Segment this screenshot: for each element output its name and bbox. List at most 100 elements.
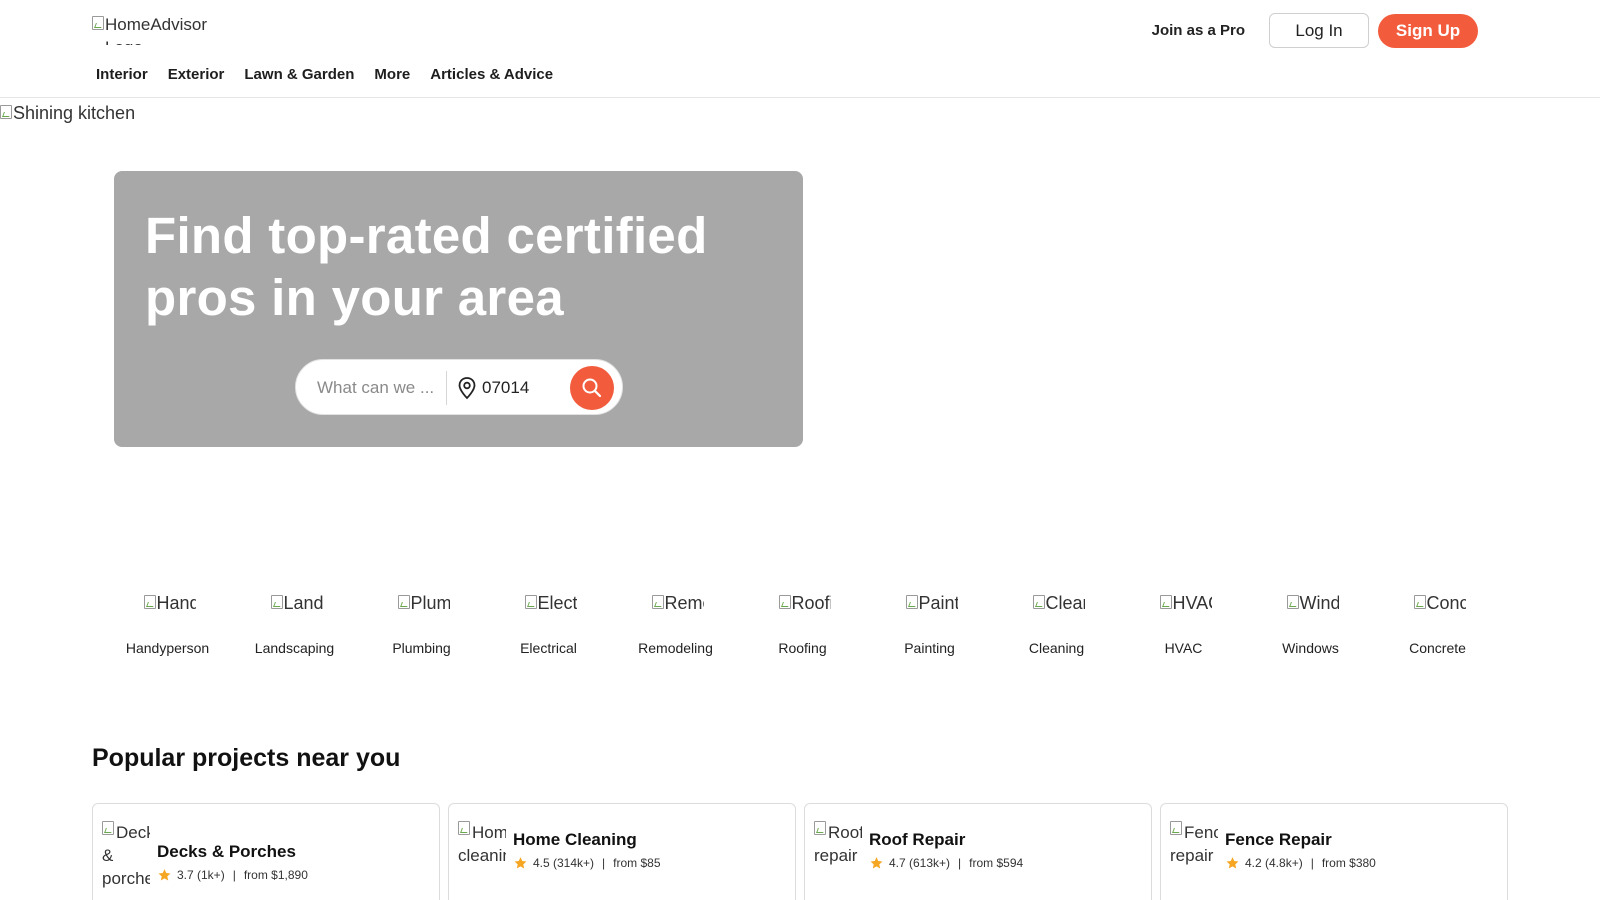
sign-up-button[interactable]: Sign Up [1378, 13, 1478, 48]
project-card-home-cleaning[interactable]: Home cleaning Home Cleaning 4.5 (314k+) … [448, 803, 796, 900]
search-bar [295, 359, 623, 415]
star-icon [514, 857, 527, 869]
search-button[interactable] [570, 366, 614, 410]
project-price: from $380 [1321, 856, 1376, 870]
category-image-alt: Painting [918, 593, 958, 613]
category-cleaning[interactable]: Cleaning Cleaning [993, 592, 1120, 656]
project-image: Home cleaning [458, 821, 506, 900]
category-image-alt: Electrical [537, 593, 577, 613]
star-icon [158, 869, 171, 881]
category-label: Windows [1282, 640, 1339, 656]
project-image: Roof repair [814, 821, 862, 900]
main-nav: Interior Exterior Lawn & Garden More Art… [96, 66, 573, 83]
project-price: from $1,890 [243, 868, 308, 882]
category-plumbing[interactable]: Plumbing Plumbing [358, 592, 485, 656]
remodeling-image: Remodeling [651, 592, 704, 616]
broken-image-icon [1032, 595, 1045, 609]
project-card-decks-porches[interactable]: Decks & porches Decks & Porches 3.7 (1k+… [92, 803, 440, 900]
project-rating: 4.7 (613k+) [889, 856, 951, 870]
broken-image-icon [270, 595, 283, 609]
broken-image-icon [651, 595, 664, 609]
hero-image-alt-text: Shining kitchen [13, 103, 136, 123]
log-in-button[interactable]: Log In [1269, 13, 1369, 48]
project-card-fence-repair[interactable]: Fence repair Fence Repair 4.2 (4.8k+) | … [1160, 803, 1508, 900]
hvac-image: HVAC [1159, 592, 1212, 616]
project-rating: 3.7 (1k+) [177, 868, 225, 882]
category-landscaping[interactable]: Landscaping Landscaping [231, 592, 358, 656]
landscaping-image: Landscaping [270, 592, 323, 616]
hero-card: Find top-rated certified pros in your ar… [114, 171, 803, 447]
site-header: HomeAdvisor Logo Join as a Pro Log In Si… [0, 0, 1600, 98]
category-label: Handyperson [125, 640, 210, 656]
broken-image-icon [1170, 821, 1182, 835]
homeadvisor-logo[interactable]: HomeAdvisor Logo [92, 13, 222, 45]
category-image-alt: HVAC [1172, 593, 1212, 613]
category-image-alt: Remodeling [664, 593, 704, 613]
broken-image-icon [458, 821, 470, 835]
broken-image-icon [778, 595, 791, 609]
broken-image-icon [143, 595, 156, 609]
zip-code-input[interactable] [482, 373, 562, 403]
category-electrical[interactable]: Electrical Electrical [485, 592, 612, 656]
category-hvac[interactable]: HVAC HVAC [1120, 592, 1247, 656]
category-painting[interactable]: Painting Painting [866, 592, 993, 656]
join-as-pro-link[interactable]: Join as a Pro [1152, 22, 1245, 39]
category-remodeling[interactable]: Remodeling Remodeling [612, 592, 739, 656]
nav-item-more[interactable]: More [374, 66, 410, 83]
popular-projects-title: Popular projects near you [92, 744, 401, 772]
meta-separator: | [232, 868, 236, 882]
category-label: Electrical [520, 640, 577, 656]
nav-item-interior[interactable]: Interior [96, 66, 148, 83]
project-meta: 4.5 (314k+) | from $85 [513, 856, 661, 870]
category-image-alt: Handyperson [156, 593, 196, 613]
category-windows[interactable]: Windows Windows [1247, 592, 1374, 656]
project-price: from $85 [613, 856, 661, 870]
project-search-input[interactable] [317, 373, 443, 403]
search-icon [582, 378, 602, 398]
nav-item-exterior[interactable]: Exterior [168, 66, 225, 83]
search-divider [446, 371, 447, 405]
category-image-alt: Cleaning [1045, 593, 1085, 613]
project-image: Fence repair [1170, 821, 1218, 900]
hero-image: Shining kitchen [0, 102, 135, 124]
project-meta: 4.7 (613k+) | from $594 [869, 856, 1023, 870]
windows-image: Windows [1286, 592, 1339, 616]
category-list: Handyperson Handyperson Landscaping Land… [104, 592, 1501, 656]
logo-alt-text: HomeAdvisor Logo [105, 15, 208, 45]
concrete-image: Concrete [1413, 592, 1466, 616]
category-handyperson[interactable]: Handyperson Handyperson [104, 592, 231, 656]
roofing-image: Roofing [778, 592, 831, 616]
project-meta: 4.2 (4.8k+) | from $380 [1225, 856, 1376, 870]
broken-image-icon [1413, 595, 1426, 609]
project-rating: 4.2 (4.8k+) [1245, 856, 1303, 870]
cleaning-image: Cleaning [1032, 592, 1085, 616]
nav-item-articles-advice[interactable]: Articles & Advice [430, 66, 553, 83]
broken-image-icon [0, 105, 12, 119]
category-label: Remodeling [638, 640, 713, 656]
category-image-alt: Windows [1299, 593, 1339, 613]
project-image: Decks & porches [102, 821, 150, 900]
category-label: HVAC [1164, 640, 1203, 656]
header-actions: Join as a Pro Log In Sign Up [1152, 13, 1478, 48]
project-card-roof-repair[interactable]: Roof repair Roof Repair 4.7 (613k+) | fr… [804, 803, 1152, 900]
category-label: Plumbing [392, 640, 451, 656]
category-roofing[interactable]: Roofing Roofing [739, 592, 866, 656]
project-name: Fence Repair [1225, 830, 1332, 849]
broken-image-icon [92, 16, 104, 30]
star-icon [870, 857, 883, 869]
broken-image-icon [905, 595, 918, 609]
project-name: Roof Repair [869, 830, 966, 849]
nav-item-lawn-garden[interactable]: Lawn & Garden [244, 66, 354, 83]
hero-title: Find top-rated certified pros in your ar… [145, 207, 708, 326]
category-image-alt: Roofing [791, 593, 831, 613]
broken-image-icon [102, 821, 114, 835]
category-concrete[interactable]: Concrete Concrete [1374, 592, 1501, 656]
broken-image-icon [814, 821, 826, 835]
popular-projects-list: Decks & porches Decks & Porches 3.7 (1k+… [92, 803, 1516, 900]
star-icon [1226, 857, 1239, 869]
category-image-alt: Landscaping [283, 593, 323, 613]
category-label: Concrete [1409, 640, 1466, 656]
category-label: Cleaning [1028, 640, 1085, 656]
category-label: Roofing [778, 640, 827, 656]
project-meta: 3.7 (1k+) | from $1,890 [157, 868, 308, 882]
